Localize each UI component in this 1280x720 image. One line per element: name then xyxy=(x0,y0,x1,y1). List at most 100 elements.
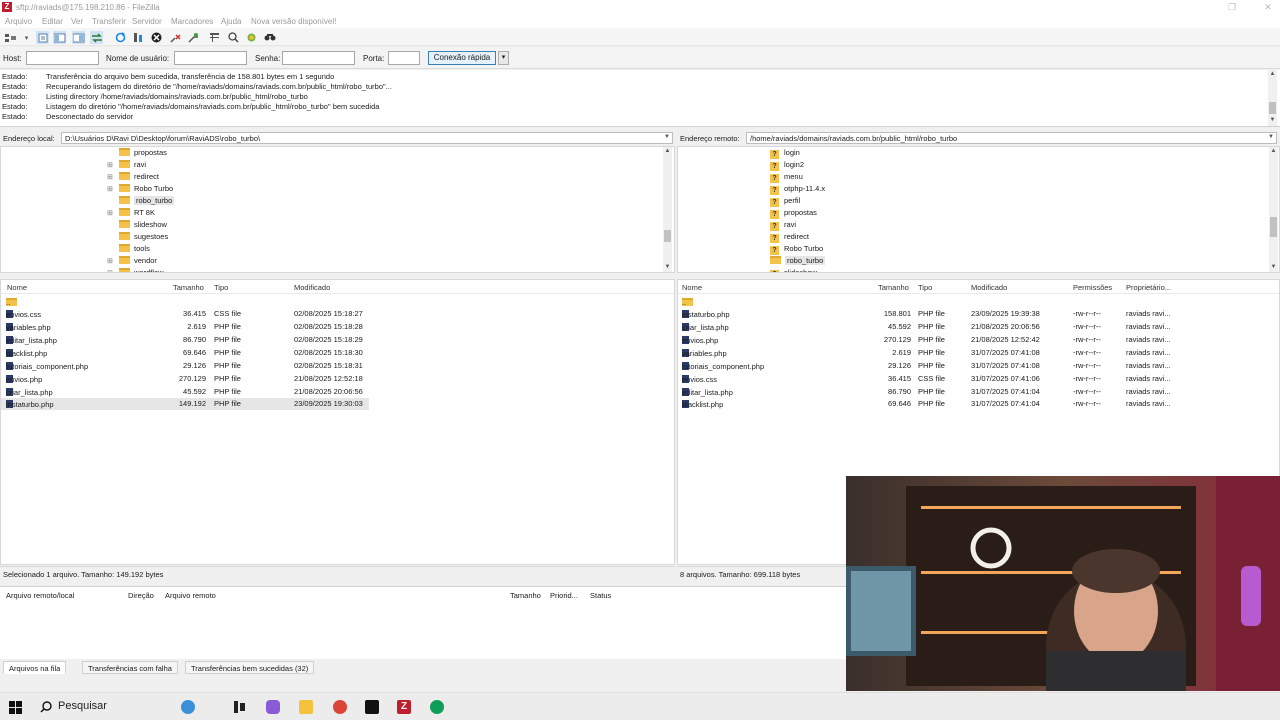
host-input[interactable] xyxy=(26,51,99,65)
tree-item[interactable]: ? perfil xyxy=(770,196,800,208)
tree-item[interactable]: Robo Turbo xyxy=(119,184,173,196)
tab-successful-transfers[interactable]: Transferências bem sucedidas (32) xyxy=(185,661,315,674)
task-view-icon[interactable] xyxy=(234,700,246,716)
close-button[interactable]: ✕ xyxy=(1262,1,1274,13)
tree-item[interactable]: tools xyxy=(119,244,150,256)
chevron-down-icon[interactable]: ▼ xyxy=(1268,134,1274,140)
taskbar-search-box[interactable]: Pesquisar xyxy=(58,700,107,712)
scroll-thumb[interactable] xyxy=(664,230,671,242)
file-row[interactable]: instaturbo.php 158.801 PHP file 23/09/2025 … xyxy=(678,308,1279,320)
chrome-profile-icon[interactable] xyxy=(430,700,444,714)
local-address-input[interactable]: D:\Usuários D\Ravi D\Desktop\forum\RaviA… xyxy=(61,132,673,144)
chrome-icon[interactable] xyxy=(333,700,347,714)
username-input[interactable] xyxy=(174,51,247,65)
local-tree-scrollbar[interactable]: ▲ ▼ xyxy=(663,147,672,272)
file-row[interactable]: blacklist.php 69.646 PHP file 02/08/2025 15… xyxy=(1,347,674,359)
column-modified[interactable]: Modificado xyxy=(971,283,1007,292)
chevron-down-icon[interactable]: ▼ xyxy=(664,134,670,140)
menu-transferir[interactable]: Transferir xyxy=(92,17,126,26)
expand-icon[interactable]: ⊞ xyxy=(107,209,113,217)
file-row[interactable]: blacklist.php 69.646 PHP file 31/07/2025 07… xyxy=(678,398,1279,410)
password-input[interactable] xyxy=(282,51,355,65)
tree-item[interactable]: ? redirect xyxy=(770,232,809,244)
tree-item[interactable]: sugestoes xyxy=(119,232,168,244)
tree-item[interactable]: ? ravi xyxy=(770,220,796,232)
file-row[interactable]: envios.php 270.129 PHP file 21/08/2025 12:5… xyxy=(1,373,674,385)
column-type[interactable]: Tipo xyxy=(918,283,932,292)
column-priority[interactable]: Priorid... xyxy=(550,591,578,600)
tree-item[interactable]: ? propostas xyxy=(770,208,817,220)
file-explorer-icon[interactable] xyxy=(299,700,313,714)
menu-editar[interactable]: Editar xyxy=(42,17,63,26)
scroll-up-icon[interactable]: ▲ xyxy=(1268,70,1277,79)
tree-item[interactable]: RT 8K xyxy=(119,208,155,220)
search-remote-icon[interactable] xyxy=(227,31,240,44)
menu-ver[interactable]: Ver xyxy=(71,17,83,26)
refresh-icon[interactable] xyxy=(114,31,127,44)
tree-item[interactable]: ? login xyxy=(770,148,800,160)
quickconnect-button[interactable]: Conexão rápida xyxy=(428,51,496,65)
disconnect-icon[interactable] xyxy=(169,31,182,44)
port-input[interactable] xyxy=(388,51,420,65)
scroll-thumb[interactable] xyxy=(1270,217,1277,237)
process-queue-icon[interactable] xyxy=(132,31,145,44)
parent-dir-row[interactable]: .. xyxy=(678,296,1279,308)
toggle-local-tree-icon[interactable] xyxy=(53,31,66,44)
tree-item[interactable]: slideshow xyxy=(119,220,167,232)
tree-item[interactable]: propostas xyxy=(119,148,167,160)
file-row[interactable]: tutoriais_component.php 29.126 PHP file 31/… xyxy=(678,360,1279,372)
column-permissions[interactable]: Permissões xyxy=(1073,283,1112,292)
tree-item[interactable]: vendor xyxy=(119,256,157,268)
expand-icon[interactable]: ⊞ xyxy=(107,269,113,272)
column-owner[interactable]: Proprietário... xyxy=(1126,283,1171,292)
menu-arquivo[interactable]: Arquivo xyxy=(5,17,32,26)
tree-item[interactable]: wordflow xyxy=(119,268,164,272)
tab-queued-files[interactable]: Arquivos na fila xyxy=(3,661,67,674)
menu-marcadores[interactable]: Marcadores xyxy=(171,17,213,26)
tree-item[interactable]: ? Robo Turbo xyxy=(770,244,823,256)
tree-item[interactable]: redirect xyxy=(119,172,159,184)
remote-address-input[interactable]: /home/raviads/domains/raviads.com.br/pub… xyxy=(746,132,1277,144)
quickconnect-history-dropdown[interactable]: ▾ xyxy=(498,51,509,65)
widget-icon[interactable] xyxy=(181,700,195,714)
column-direction[interactable]: Direção xyxy=(128,591,154,600)
expand-icon[interactable]: ⊞ xyxy=(107,173,113,181)
tree-item-selected[interactable]: robo_turbo xyxy=(770,256,826,268)
tree-item[interactable]: ? otphp-11.4.x xyxy=(770,184,825,196)
toggle-log-icon[interactable] xyxy=(36,31,49,44)
menu-servidor[interactable]: Servidor xyxy=(132,17,162,26)
dropdown-arrow-icon[interactable]: ▾ xyxy=(20,31,33,44)
scroll-up-icon[interactable]: ▲ xyxy=(663,147,672,156)
file-row-selected[interactable]: instaturbo.php 149.192 PHP file 23/09/2025 … xyxy=(1,398,369,410)
menu-ajuda[interactable]: Ajuda xyxy=(221,17,241,26)
column-status[interactable]: Status xyxy=(590,591,611,600)
tree-item-selected[interactable]: robo_turbo xyxy=(119,196,175,208)
file-row[interactable]: envios.css 36.415 CSS file 31/07/2025 07:41… xyxy=(678,373,1279,385)
file-row[interactable]: envios.php 270.129 PHP file 21/08/2025 12:5… xyxy=(678,334,1279,346)
scroll-down-icon[interactable]: ▼ xyxy=(1268,116,1277,125)
tree-item[interactable]: ? menu xyxy=(770,172,803,184)
column-local-remote[interactable]: Arquivo remoto/local xyxy=(6,591,74,600)
search-icon[interactable] xyxy=(40,701,52,715)
copilot-icon[interactable] xyxy=(266,700,280,714)
expand-icon[interactable]: ⊞ xyxy=(107,257,113,265)
expand-icon[interactable]: ⊞ xyxy=(107,161,113,169)
file-row[interactable]: tutoriais_component.php 29.126 PHP file 02/… xyxy=(1,360,674,372)
remote-tree-scrollbar[interactable]: ▲ ▼ xyxy=(1269,147,1278,272)
tree-item[interactable]: ?slideshow xyxy=(770,268,817,272)
log-scrollbar[interactable]: ▲ ▼ xyxy=(1268,70,1277,126)
column-remote-file[interactable]: Arquivo remoto xyxy=(165,591,216,600)
windows-start-icon[interactable] xyxy=(9,701,22,716)
scroll-down-icon[interactable]: ▼ xyxy=(663,263,672,272)
menu-nova-versao[interactable]: Nova versão disponível! xyxy=(251,17,336,26)
file-row[interactable]: criar_lista.php 45.592 PHP file 21/08/2025 … xyxy=(1,386,674,398)
column-name[interactable]: Nome xyxy=(7,283,27,292)
filter-icon[interactable] xyxy=(208,31,221,44)
scroll-thumb[interactable] xyxy=(1269,102,1276,114)
toggle-queue-icon[interactable] xyxy=(90,31,103,44)
find-icon[interactable] xyxy=(263,31,276,44)
cancel-icon[interactable] xyxy=(150,31,163,44)
parent-dir-row[interactable]: .. xyxy=(1,296,674,308)
maximize-button[interactable]: ❐ xyxy=(1226,1,1238,13)
column-modified[interactable]: Modificado xyxy=(294,283,330,292)
